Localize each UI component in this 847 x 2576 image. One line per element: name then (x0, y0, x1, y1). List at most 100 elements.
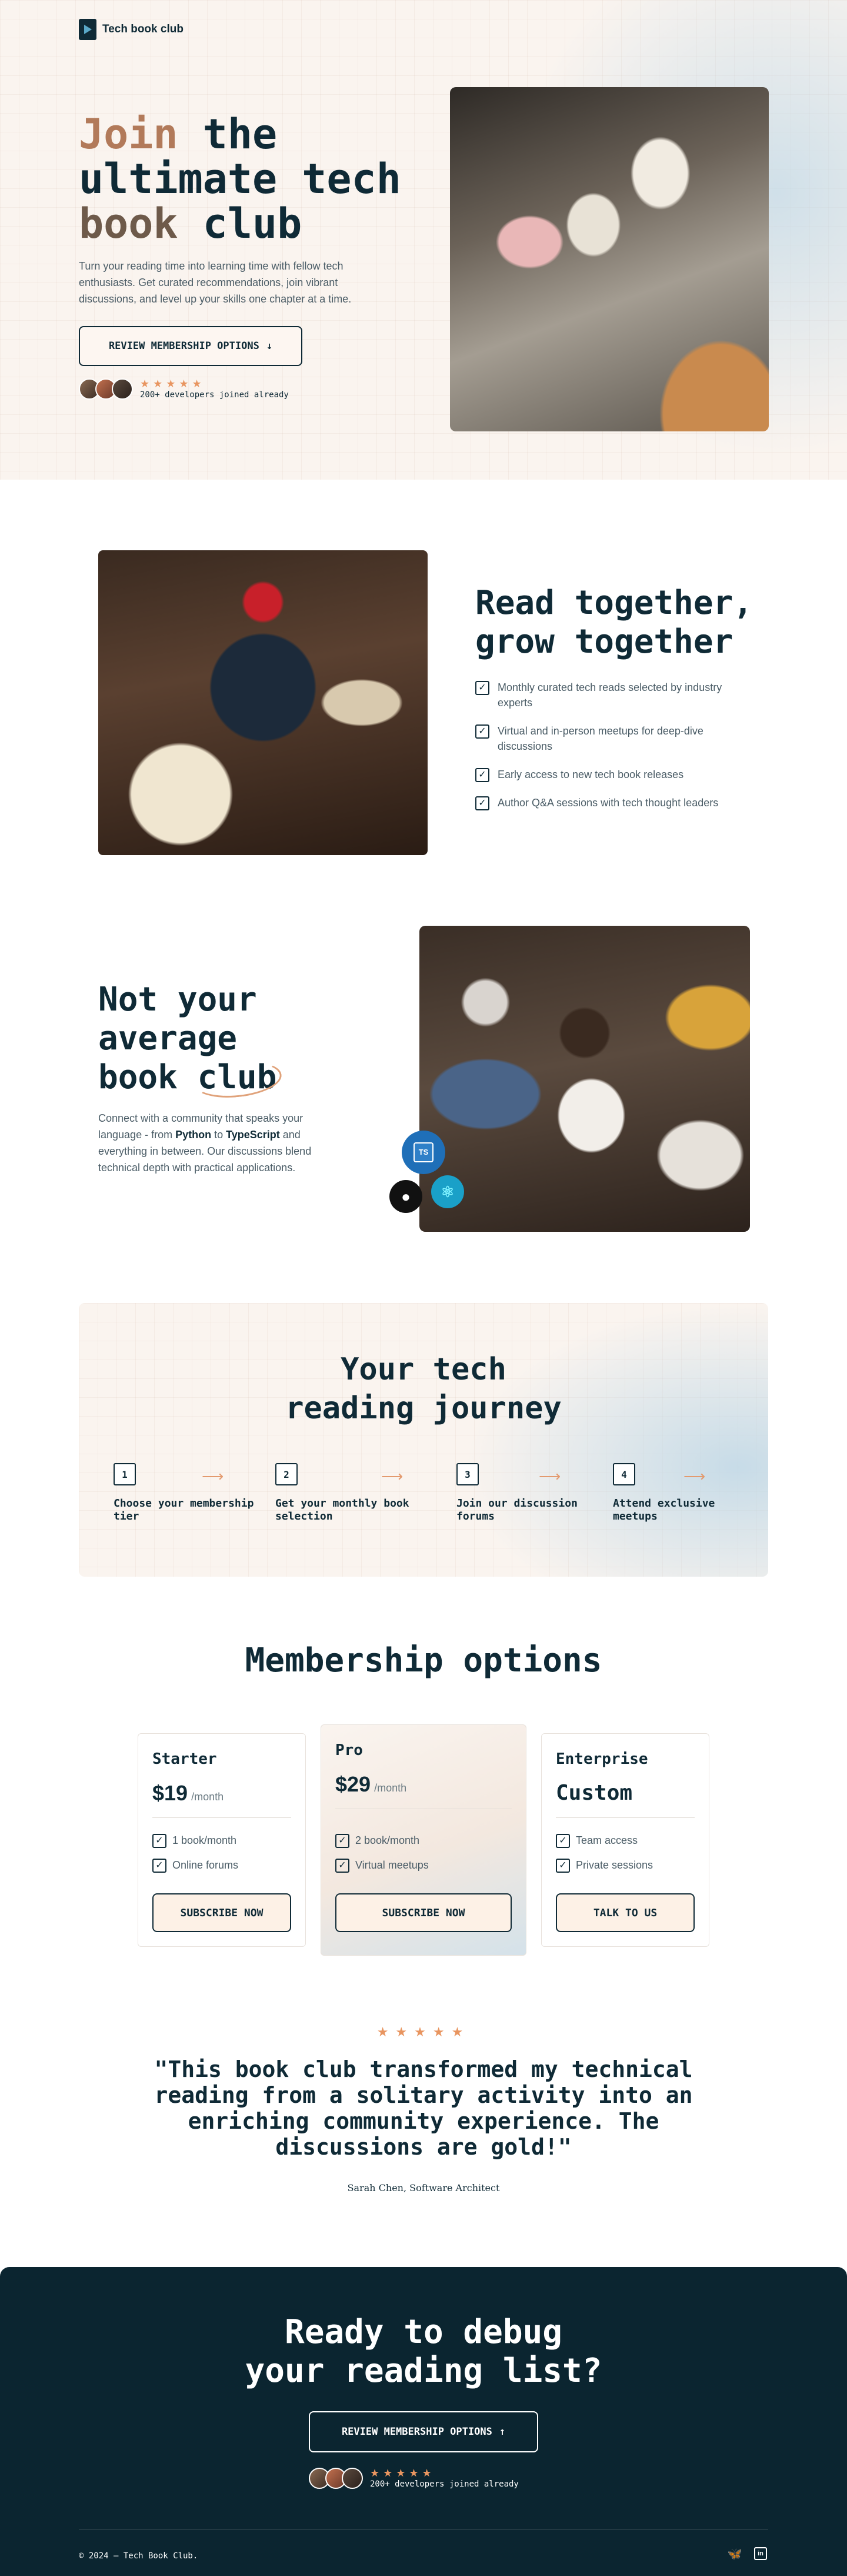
hero-section: Tech book club Join the ultimate tech bo… (0, 0, 847, 480)
subscribe-pro-button[interactable]: SUBSCRIBE NOW (335, 1893, 512, 1932)
checkbox-checked-icon: ✓ (475, 681, 489, 695)
list-item: ✓ Early access to new tech book releases (475, 767, 758, 782)
review-membership-button[interactable]: REVIEW MEMBERSHIP OPTIONS ↓ (79, 326, 302, 366)
plan-price: $19/month (152, 1781, 224, 1806)
journey-step: 2 ⟶ Get your monthly book selection (275, 1463, 428, 1523)
testimonial-quote: "This book club transformed my technical… (154, 2056, 693, 2160)
typescript-icon: TS (402, 1131, 445, 1174)
community-title-line3a: book (98, 1058, 198, 1096)
plan-feature: Online forums (172, 1859, 239, 1871)
feature-label: Monthly curated tech reads selected by i… (498, 682, 722, 709)
subscribe-starter-button[interactable]: SUBSCRIBE NOW (152, 1893, 291, 1932)
cta-title-line1: Ready to debug (284, 2313, 562, 2351)
social-proof-text: 200+ developers joined already (140, 390, 289, 400)
avatar (342, 2467, 363, 2489)
journey-section: Your tech reading journey 1 ⟶ Choose you… (79, 1303, 768, 1577)
plan-price-value: $19 (152, 1781, 188, 1805)
checkbox-checked-icon: ✓ (475, 724, 489, 739)
plan-name: Starter (152, 1750, 217, 1768)
member-avatars (309, 2467, 363, 2489)
list-item: ✓ Team access (556, 1833, 653, 1848)
checkbox-checked-icon: ✓ (556, 1859, 570, 1873)
cta-social-proof: ★★★★★ 200+ developers joined already (309, 2467, 519, 2489)
feature-label: Virtual and in-person meetups for deep-d… (498, 725, 703, 752)
pricing-title: Membership options (245, 1641, 602, 1680)
features-list: ✓ Monthly curated tech reads selected by … (475, 680, 758, 823)
testimonial-stars: ★★★★★ (376, 2025, 471, 2039)
cta-title: Ready to debug your reading list? (0, 2313, 847, 2391)
journey-title: Your tech reading journey (79, 1350, 768, 1428)
checkbox-checked-icon: ✓ (556, 1834, 570, 1848)
plan-feature: 2 book/month (355, 1834, 420, 1846)
community-title-line1: Not your (98, 980, 257, 1019)
arrow-down-icon: ↓ (266, 340, 273, 352)
curved-arrow-icon: ⟶ (683, 1467, 706, 1485)
features-reading-photo (98, 550, 428, 855)
checkbox-checked-icon: ✓ (335, 1859, 349, 1873)
react-icon: ⚛ (431, 1175, 464, 1208)
list-item: ✓ Virtual meetups (335, 1857, 429, 1873)
brand-logo[interactable]: Tech book club (79, 19, 184, 40)
plan-name: Pro (335, 1741, 363, 1759)
community-title-club: club (197, 1058, 277, 1096)
arrow-up-icon: ↑ (499, 2426, 506, 2438)
talk-to-us-button[interactable]: TALK TO US (556, 1893, 695, 1932)
checkbox-checked-icon: ✓ (475, 768, 489, 782)
community-title: Not your average book club (98, 980, 357, 1097)
step-number: 2 (275, 1463, 298, 1485)
divider (152, 1817, 291, 1818)
checkbox-checked-icon: ✓ (152, 1834, 166, 1848)
github-icon: ● (389, 1180, 422, 1213)
community-desc-part2: to (211, 1129, 226, 1141)
community-description: Connect with a community that speaks you… (98, 1110, 345, 1176)
features-title-line2: grow together (475, 623, 733, 661)
linkedin-icon[interactable]: in (753, 2546, 768, 2561)
book-logo-icon (79, 19, 96, 40)
list-item: ✓ Monthly curated tech reads selected by … (475, 680, 758, 710)
curved-arrow-icon: ⟶ (381, 1467, 404, 1485)
avatar (112, 378, 133, 400)
list-item: ✓ Private sessions (556, 1857, 653, 1873)
plan-feature: 1 book/month (172, 1834, 237, 1846)
plan-price-value: $29 (335, 1772, 371, 1796)
community-title-line2: average (98, 1019, 238, 1058)
list-item: ✓ 2 book/month (335, 1833, 429, 1848)
step-number: 3 (456, 1463, 479, 1485)
plan-price: Custom (556, 1781, 632, 1805)
hero-title: Join the ultimate tech book club (79, 112, 443, 246)
checkbox-checked-icon: ✓ (152, 1859, 166, 1873)
cta-button-label: REVIEW MEMBERSHIP OPTIONS (341, 2426, 492, 2438)
hero-title-line2: ultimate tech (79, 155, 401, 203)
hero-title-the: the (178, 110, 278, 158)
journey-title-line2: reading journey (285, 1391, 562, 1426)
list-item: ✓ Online forums (152, 1857, 238, 1873)
plan-card-pro: Pro $29/month ✓ 2 book/month ✓ Virtual mee… (321, 1724, 526, 1956)
typescript-highlight: TypeScript (226, 1129, 280, 1141)
step-label: Choose your membership tier (114, 1497, 254, 1523)
plan-features: ✓ 1 book/month ✓ Online forums (152, 1833, 238, 1882)
step-label: Get your monthly book selection (275, 1497, 409, 1523)
bluesky-icon[interactable]: 🦋 (727, 2546, 742, 2561)
list-item: ✓ 1 book/month (152, 1833, 238, 1848)
step-label: Attend exclusive meetups (613, 1497, 715, 1523)
review-membership-label: REVIEW MEMBERSHIP OPTIONS (108, 340, 259, 352)
step-number: 1 (114, 1463, 136, 1485)
testimonial-author: Sarah Chen, Software Architect (347, 2182, 500, 2193)
hero-title-join: Join (79, 110, 178, 158)
plan-period: /month (191, 1791, 224, 1803)
plan-feature: Team access (576, 1834, 638, 1846)
cta-review-membership-button[interactable]: REVIEW MEMBERSHIP OPTIONS ↑ (309, 2411, 538, 2452)
hero-social-proof: ★★★★★ 200+ developers joined already (79, 378, 289, 400)
social-proof-text: 200+ developers joined already (370, 2479, 519, 2489)
journey-step: 1 ⟶ Choose your membership tier (114, 1463, 266, 1523)
checkbox-checked-icon: ✓ (335, 1834, 349, 1848)
curved-arrow-icon: ⟶ (539, 1467, 561, 1485)
python-highlight: Python (175, 1129, 212, 1141)
step-label: Join our discussion forums (456, 1497, 578, 1523)
plan-price: $29/month (335, 1772, 406, 1797)
list-item: ✓ Author Q&A sessions with tech thought l… (475, 795, 758, 810)
hero-subtitle: Turn your reading time into learning tim… (79, 260, 352, 305)
plan-features: ✓ 2 book/month ✓ Virtual meetups (335, 1833, 429, 1882)
rating-stars: ★★★★★ (140, 378, 205, 390)
plan-feature: Private sessions (576, 1859, 653, 1871)
